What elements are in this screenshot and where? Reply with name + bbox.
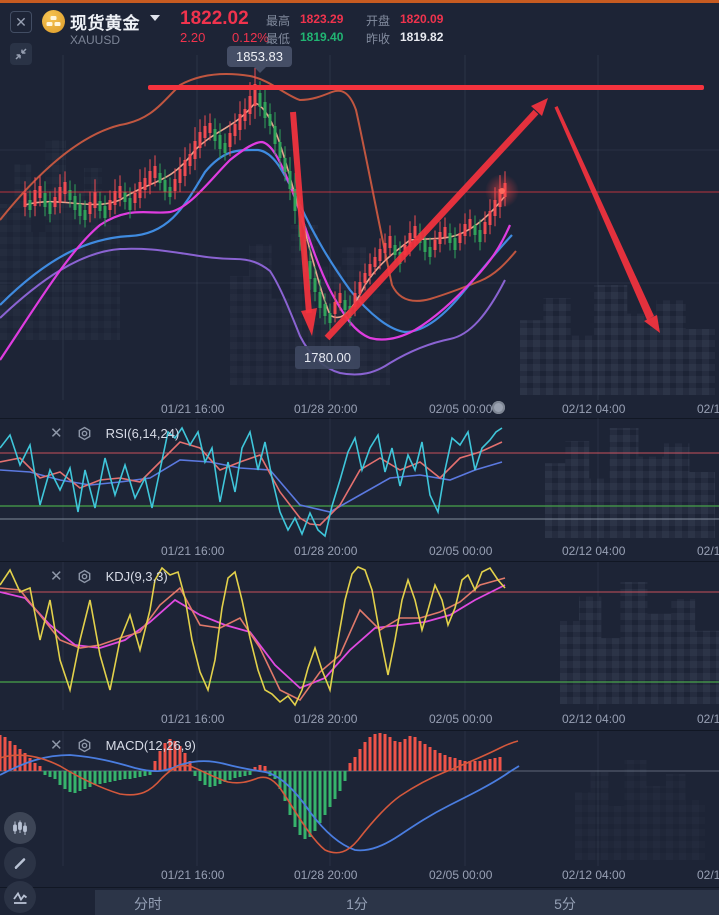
time-axis-label: 01/28 20:00 <box>294 712 357 726</box>
time-axis-label: 02/12 04:00 <box>562 544 625 558</box>
high-price-tooltip: 1853.83 <box>227 46 292 67</box>
chevron-down-icon[interactable] <box>150 15 160 21</box>
last-price: 1822.02 <box>180 8 249 30</box>
time-axis-macd: 01/21 16:00 01/28 20:00 02/05 00:00 02/12 0… <box>0 866 719 884</box>
time-axis-label: 02/1 <box>697 402 719 416</box>
ma-magenta-line <box>0 142 510 360</box>
time-axis-label: 02/1 <box>697 712 719 726</box>
indicator-tool-button[interactable] <box>4 881 36 913</box>
projected-down-arrow-annotation <box>555 106 661 333</box>
scroll-handle-dot[interactable] <box>492 401 505 414</box>
time-axis-label: 01/21 16:00 <box>161 402 224 416</box>
time-axis-label: 01/21 16:00 <box>161 868 224 882</box>
time-axis-kdj: 01/21 16:00 01/28 20:00 02/05 00:00 02/12 0… <box>0 710 719 728</box>
candle-style-button[interactable] <box>4 812 36 844</box>
time-axis-label: 02/05 00:00 <box>429 402 492 416</box>
macd-settings-icon[interactable] <box>77 738 92 753</box>
stat-low-label: 最低 <box>266 30 290 47</box>
time-axis-label: 01/28 20:00 <box>294 868 357 882</box>
time-axis-label: 02/1 <box>697 544 719 558</box>
instrument-title[interactable]: 现货黄金 <box>70 9 140 34</box>
macd-panel-header: ✕ MACD(12,26,9) <box>50 735 196 755</box>
time-axis-label: 01/28 20:00 <box>294 402 357 416</box>
time-axis-label: 01/28 20:00 <box>294 544 357 558</box>
time-axis-main: 01/21 16:00 01/28 20:00 02/05 00:00 02/12 0… <box>0 400 719 418</box>
tab-timeframe-5min[interactable]: 5分 <box>554 894 576 914</box>
stat-low-value: 1819.40 <box>300 30 343 44</box>
stat-open-label: 开盘 <box>366 12 390 29</box>
line-chart-icon <box>11 888 29 906</box>
tab-timeframe-minute-chart[interactable]: 分时 <box>134 894 162 914</box>
stat-prev-label: 昨收 <box>366 30 390 47</box>
stat-prev-value: 1819.82 <box>400 30 443 44</box>
rsi-close-icon[interactable]: ✕ <box>50 426 63 441</box>
close-button[interactable]: ✕ <box>10 11 32 33</box>
time-axis-rsi: 01/21 16:00 01/28 20:00 02/05 00:00 02/12 0… <box>0 542 719 560</box>
stat-high-label: 最高 <box>266 12 290 29</box>
time-axis-label: 02/1 <box>697 868 719 882</box>
bollinger-lower-line <box>0 249 505 375</box>
rsi14-line <box>0 442 502 525</box>
resistance-line <box>148 85 704 90</box>
kdj-settings-icon[interactable] <box>77 569 92 584</box>
stat-open-value: 1820.09 <box>400 12 443 26</box>
macd-label: MACD(12,26,9) <box>106 738 196 753</box>
bollinger-upper-line <box>0 74 516 301</box>
time-axis-label: 02/05 00:00 <box>429 868 492 882</box>
rsi-label: RSI(6,14,24) <box>106 426 180 441</box>
time-axis-label: 02/12 04:00 <box>562 868 625 882</box>
ma-peach-line <box>25 103 505 317</box>
last-price-dot <box>499 188 505 194</box>
time-axis-label: 02/05 00:00 <box>429 544 492 558</box>
pencil-icon <box>11 854 29 872</box>
candlestick-icon <box>11 819 29 837</box>
price-change: 2.20 <box>180 30 205 45</box>
time-axis-label: 02/05 00:00 <box>429 712 492 726</box>
price-change-percent: 0.12% <box>232 30 269 45</box>
rsi-settings-icon[interactable] <box>77 426 92 441</box>
tab-timeframe-1min[interactable]: 1分 <box>346 894 368 914</box>
panel-divider <box>0 887 719 888</box>
time-axis-label: 02/12 04:00 <box>562 712 625 726</box>
stat-high-value: 1823.29 <box>300 12 343 26</box>
rsi-panel-header: ✕ RSI(6,14,24) <box>50 423 179 443</box>
kdj-label: KDJ(9,3,3) <box>106 569 168 584</box>
trading-app-window: ✕ 现货黄金 XAUUSD 1822.02 2.20 0.12% 最高 1823… <box>0 0 719 915</box>
kdj-panel-header: ✕ KDJ(9,3,3) <box>50 566 168 586</box>
instrument-symbol: XAUUSD <box>70 33 120 47</box>
low-price-label: 1780.00 <box>295 346 360 369</box>
time-axis-label: 01/21 16:00 <box>161 712 224 726</box>
kdj-close-icon[interactable]: ✕ <box>50 569 63 584</box>
time-axis-label: 02/12 04:00 <box>562 402 625 416</box>
time-axis-label: 01/21 16:00 <box>161 544 224 558</box>
gold-coin-icon <box>42 10 65 33</box>
candlesticks <box>24 68 507 331</box>
top-accent-border <box>0 0 719 3</box>
timeframe-bar: 分时 1分 5分 <box>95 890 719 915</box>
draw-tool-button[interactable] <box>4 847 36 879</box>
macd-close-icon[interactable]: ✕ <box>50 738 63 753</box>
